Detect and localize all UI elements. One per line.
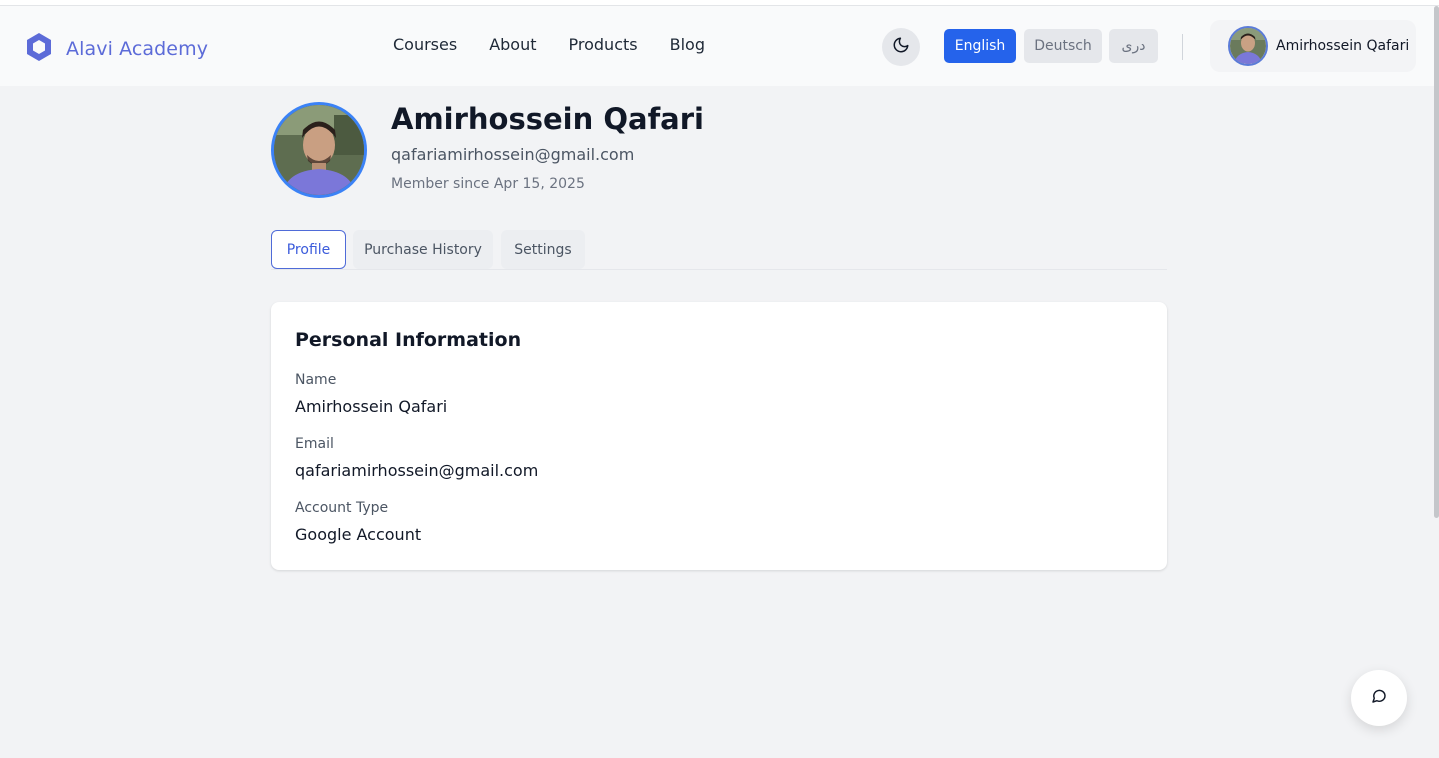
nav-courses[interactable]: Courses: [393, 35, 457, 54]
personal-information-card: Personal Information Name Amirhossein Qa…: [271, 302, 1167, 570]
account-type-value: Google Account: [295, 525, 422, 544]
email-value: qafariamirhossein@gmail.com: [295, 461, 539, 480]
language-english-button[interactable]: English: [944, 29, 1016, 63]
tab-settings[interactable]: Settings: [501, 230, 585, 269]
card-title: Personal Information: [295, 329, 522, 351]
main-nav: Courses About Products Blog: [393, 35, 705, 54]
language-deutsch-button[interactable]: Deutsch: [1024, 29, 1102, 63]
account-type-label: Account Type: [295, 500, 389, 516]
member-since: Member since Apr 15, 2025: [391, 176, 585, 192]
tabs-divider: [271, 269, 1167, 270]
page-scrollbar[interactable]: [1434, 6, 1439, 518]
name-value: Amirhossein Qafari: [295, 397, 448, 416]
avatar: [1228, 26, 1268, 66]
tab-profile[interactable]: Profile: [271, 230, 346, 269]
top-navbar: Alavi Academy Courses About Products Blo…: [0, 6, 1439, 86]
profile-email: qafariamirhossein@gmail.com: [391, 145, 635, 164]
nav-about[interactable]: About: [489, 35, 536, 54]
brand-name: Alavi Academy: [66, 38, 209, 60]
nav-products[interactable]: Products: [569, 35, 638, 54]
tab-purchase-history[interactable]: Purchase History: [353, 230, 493, 269]
user-name: Amirhossein Qafari: [1276, 38, 1410, 54]
header-divider: [1182, 34, 1183, 60]
profile-avatar: [271, 102, 367, 198]
email-label: Email: [295, 436, 334, 452]
theme-toggle-button[interactable]: [882, 28, 920, 66]
profile-name: Amirhossein Qafari: [391, 102, 704, 136]
moon-icon: [892, 36, 910, 58]
brand-link[interactable]: Alavi Academy: [26, 32, 208, 66]
user-menu-button[interactable]: Amirhossein Qafari: [1210, 20, 1416, 72]
language-dari-button[interactable]: دری: [1109, 29, 1158, 63]
name-label: Name: [295, 372, 337, 388]
chat-button[interactable]: [1351, 670, 1407, 726]
hexagon-logo-icon: [26, 32, 52, 66]
chat-bubble-icon: [1371, 688, 1387, 708]
nav-blog[interactable]: Blog: [670, 35, 705, 54]
